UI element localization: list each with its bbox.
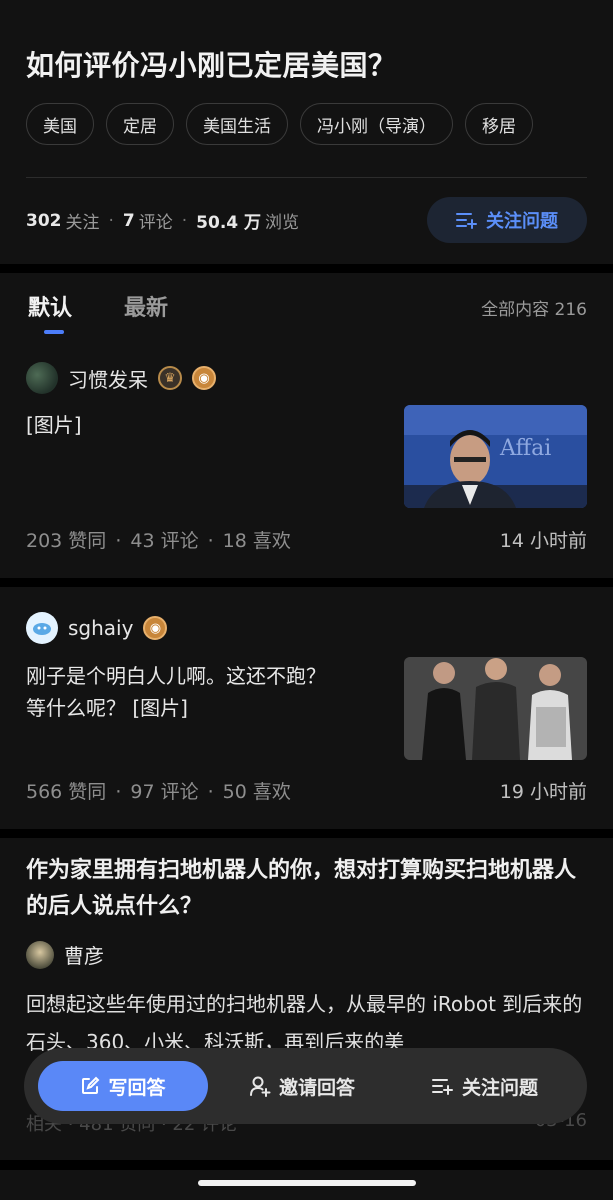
answer-time: 19 小时前: [499, 781, 587, 803]
svg-text:Affai: Affai: [499, 436, 551, 461]
follow-question-label: 关注问题: [462, 1076, 539, 1099]
question-title[interactable]: 如何评价冯小刚已定居美国？: [26, 44, 397, 84]
follow-list-icon: [456, 213, 477, 229]
invite-answer-button[interactable]: 邀请回答: [249, 1061, 355, 1111]
question-stats: 302 关注 · 7 评论 · 50.4 万 浏览: [26, 208, 300, 234]
invite-user-icon: [250, 1076, 271, 1097]
answer-meta: 566 赞同 · 97 评论 · 50 喜欢: [26, 781, 291, 803]
edit-icon: [82, 1076, 100, 1094]
topic-tag[interactable]: 冯小刚（导演）: [300, 103, 453, 145]
views-label: 浏览: [265, 213, 300, 233]
follow-question-label: 关注问题: [486, 211, 558, 232]
comments-count[interactable]: 97 评论: [130, 781, 198, 803]
answer-excerpt[interactable]: 刚子是个明白人儿啊。这还不跑？ 等什么呢？ [图片]: [26, 660, 326, 724]
likes-count: 203 赞同: [26, 530, 107, 552]
avatar[interactable]: [26, 362, 58, 394]
cartoon-avatar-icon: [33, 623, 51, 635]
avatar[interactable]: [26, 940, 54, 969]
press-conference-image: Affai: [404, 405, 587, 508]
group-photo-image: [404, 657, 587, 760]
eye-badge-icon: ◉: [192, 366, 216, 390]
follow-list-icon: [432, 1079, 453, 1095]
avatar[interactable]: [26, 612, 58, 644]
topic-tags: 美国 定居 美国生活 冯小刚（导演） 移居: [26, 103, 533, 145]
answer-author[interactable]: 习惯发呆 ♛ ◉: [26, 362, 216, 394]
bottom-action-bar: 写回答 邀请回答 关注问题: [24, 1048, 587, 1124]
eye-badge-icon: ◉: [143, 616, 168, 640]
answer-thumbnail[interactable]: Affai: [404, 405, 587, 508]
topic-tag[interactable]: 移居: [465, 103, 533, 145]
answer-excerpt[interactable]: [图片]: [26, 409, 82, 441]
topic-tag[interactable]: 定居: [106, 103, 174, 145]
recommended-question-title[interactable]: 作为家里拥有扫地机器人的你，想对打算购买扫地机器人的后人说点什么？: [26, 853, 591, 925]
author-name[interactable]: sghaiy: [68, 616, 133, 640]
tab-default[interactable]: 默认: [28, 290, 72, 322]
comments-label[interactable]: 评论: [139, 208, 173, 233]
topic-tag[interactable]: 美国: [26, 103, 94, 145]
invite-answer-label: 邀请回答: [279, 1076, 356, 1099]
active-tab-indicator: [44, 330, 64, 334]
home-indicator[interactable]: [198, 1180, 416, 1186]
favorites-count: 18 喜欢: [222, 530, 291, 552]
views-count: 50.4 万: [196, 213, 262, 233]
answer-meta: 203 赞同 · 43 评论 · 18 喜欢: [26, 530, 291, 552]
answer-time: 14 小时前: [499, 530, 587, 552]
tab-latest[interactable]: 最新: [124, 290, 168, 322]
author-name[interactable]: 曹彦: [64, 940, 104, 969]
follow-question-button[interactable]: 关注问题: [427, 197, 587, 243]
answer-author[interactable]: 曹彦: [26, 940, 104, 969]
question-header: 如何评价冯小刚已定居美国？ 美国 定居 美国生活 冯小刚（导演） 移居 302 …: [0, 0, 613, 264]
write-answer-label: 写回答: [108, 1076, 166, 1099]
crown-badge-icon: ♛: [158, 366, 182, 390]
follow-question-button[interactable]: 关注问题: [432, 1061, 538, 1111]
excerpt-line: 刚子是个明白人儿啊。这还不跑？: [26, 664, 326, 688]
all-content-count[interactable]: 全部内容 216: [481, 295, 587, 320]
answer-author[interactable]: sghaiy ◉: [26, 612, 168, 644]
likes-count: 566 赞同: [26, 781, 107, 803]
followers-count: 302: [26, 210, 62, 231]
header-divider: [26, 177, 587, 178]
write-answer-button[interactable]: 写回答: [38, 1061, 208, 1111]
answer-thumbnail[interactable]: [404, 657, 587, 760]
topic-tag[interactable]: 美国生活: [186, 103, 288, 145]
favorites-count: 50 喜欢: [222, 781, 291, 803]
followers-label: 关注: [65, 213, 100, 233]
author-name[interactable]: 习惯发呆: [68, 364, 148, 393]
comments-count[interactable]: 43 评论: [130, 530, 198, 552]
excerpt-line: 等什么呢？ [图片]: [26, 696, 188, 720]
comments-count[interactable]: 7: [123, 211, 135, 231]
